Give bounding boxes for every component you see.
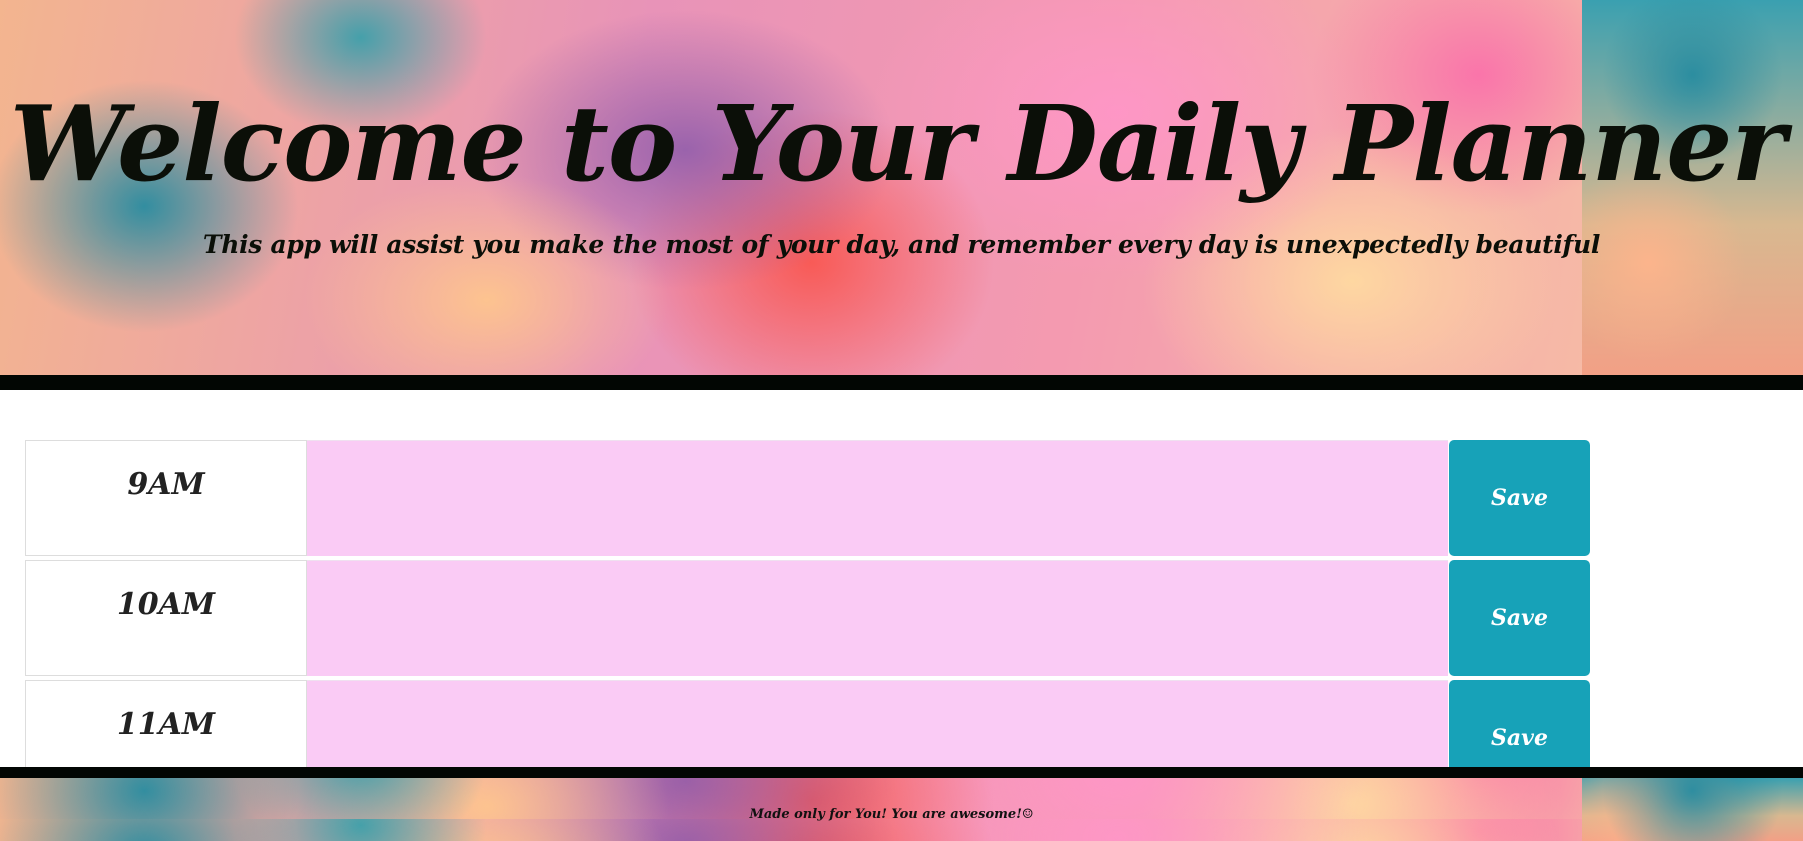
timeblock-row: 9AM Save	[25, 440, 1592, 556]
save-button[interactable]: Save	[1449, 560, 1590, 676]
page-lead: This app will assist you make the most o…	[202, 230, 1601, 259]
header-divider	[0, 375, 1803, 390]
page-footer: Made only for You! You are awesome!☺	[0, 778, 1803, 841]
footer-text: Made only for You! You are awesome!☺	[749, 807, 1034, 822]
save-button[interactable]: Save	[1449, 680, 1590, 767]
timeblock-row: 11AM Save	[25, 680, 1592, 767]
hour-label: 10AM	[25, 560, 307, 676]
save-button[interactable]: Save	[1449, 440, 1590, 556]
footer-divider	[0, 767, 1803, 778]
page-title: Welcome to Your Daily Planner	[9, 82, 1786, 205]
hour-label: 9AM	[25, 440, 307, 556]
planner-container: 9AM Save 10AM Save 11AM Save	[25, 440, 1592, 767]
task-input[interactable]	[307, 680, 1448, 767]
hour-label: 11AM	[25, 680, 307, 767]
jumbotron-header: Welcome to Your Daily Planner This app w…	[0, 0, 1803, 375]
timeblock-row: 10AM Save	[25, 560, 1592, 676]
task-input[interactable]	[307, 560, 1448, 676]
task-input[interactable]	[307, 440, 1448, 556]
